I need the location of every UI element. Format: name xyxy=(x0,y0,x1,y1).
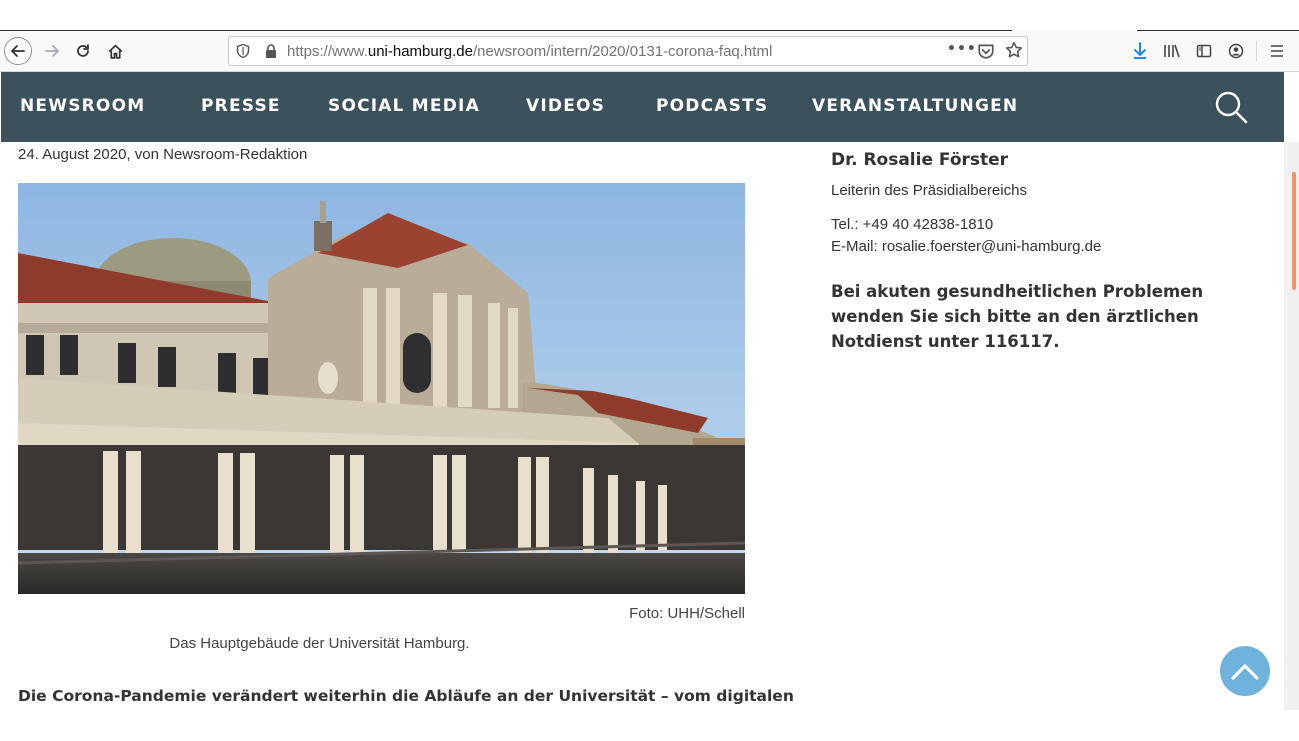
nav-item-presse[interactable]: PRESSE xyxy=(201,96,281,116)
emergency-notice: Bei akuten gesundheitlichen Problemen we… xyxy=(831,282,1204,351)
search-icon[interactable] xyxy=(1214,90,1248,124)
url-domain: uni-hamburg.de xyxy=(367,43,473,60)
sidebar-button[interactable] xyxy=(1193,40,1215,62)
page-actions-menu[interactable]: ••• xyxy=(947,41,977,57)
page-bottom-area xyxy=(0,710,1299,741)
forward-button[interactable] xyxy=(38,37,66,65)
page-scrollbar[interactable] xyxy=(1284,142,1299,710)
hamburger-menu-icon xyxy=(1271,45,1283,57)
back-button[interactable] xyxy=(4,37,32,65)
pocket-icon[interactable] xyxy=(977,42,995,60)
nav-item-newsroom[interactable]: NEWSROOM xyxy=(20,96,145,116)
nav-item-videos[interactable]: VIDEOS xyxy=(526,96,605,116)
photo-caption: Das Hauptgebäude der Universität Hamburg… xyxy=(169,635,470,652)
account-button[interactable] xyxy=(1225,40,1247,62)
reload-button[interactable] xyxy=(69,37,97,65)
app-menu-button[interactable] xyxy=(1266,40,1288,62)
nav-item-podcasts[interactable]: PODCASTS xyxy=(656,96,768,116)
library-button[interactable] xyxy=(1161,40,1183,62)
url-prefix: https://www. xyxy=(287,43,368,60)
browser-toolbar: https://www.uni-hamburg.de/newsroom/inte… xyxy=(0,31,1299,72)
star-icon[interactable] xyxy=(1005,41,1023,59)
chevron-up-icon xyxy=(1231,664,1259,680)
lock-icon[interactable] xyxy=(263,43,279,59)
nav-item-veranstaltungen[interactable]: VERANSTALTUNGEN xyxy=(812,96,1018,116)
shield-icon[interactable] xyxy=(235,43,251,59)
library-icon xyxy=(1164,44,1180,58)
contact-phone[interactable]: Tel.: +49 40 42838-1810 xyxy=(831,216,993,233)
window-top-strip xyxy=(0,0,1299,30)
reload-icon xyxy=(77,44,89,57)
site-nav: NEWSROOM PRESSE SOCIAL MEDIA VIDEOS PODC… xyxy=(1,72,1284,142)
home-icon xyxy=(108,44,122,59)
downloads-button[interactable] xyxy=(1129,40,1151,62)
contact-role: Leiterin des Präsidialbereichs xyxy=(831,182,1027,199)
article-photo xyxy=(18,183,745,594)
url-bar[interactable]: https://www.uni-hamburg.de/newsroom/inte… xyxy=(228,36,1028,66)
download-icon xyxy=(1134,42,1146,59)
url-text[interactable]: https://www.uni-hamburg.de/newsroom/inte… xyxy=(287,43,772,60)
home-button[interactable] xyxy=(101,37,129,65)
scrollbar-thumb[interactable] xyxy=(1292,172,1296,290)
sidebar-icon xyxy=(1196,44,1212,58)
nav-item-social-media[interactable]: SOCIAL MEDIA xyxy=(328,96,480,116)
forward-arrow-icon xyxy=(45,45,59,57)
article-date-author: 24. August 2020, von Newsroom-Redaktion xyxy=(18,146,308,163)
back-arrow-icon xyxy=(11,45,25,57)
article-lead: Die Corona-Pandemie verändert weiterhin … xyxy=(18,687,794,705)
contact-email[interactable]: E-Mail: rosalie.foerster@uni-hamburg.de xyxy=(831,238,1101,255)
contact-name: Dr. Rosalie Förster xyxy=(831,150,1009,170)
account-icon xyxy=(1228,43,1244,59)
photo-credit: Foto: UHH/Schell xyxy=(629,605,745,622)
url-path: /newsroom/intern/2020/0131-corona-faq.ht… xyxy=(472,43,773,60)
toolbar-separator xyxy=(1256,41,1257,61)
back-to-top-button[interactable] xyxy=(1220,646,1270,696)
